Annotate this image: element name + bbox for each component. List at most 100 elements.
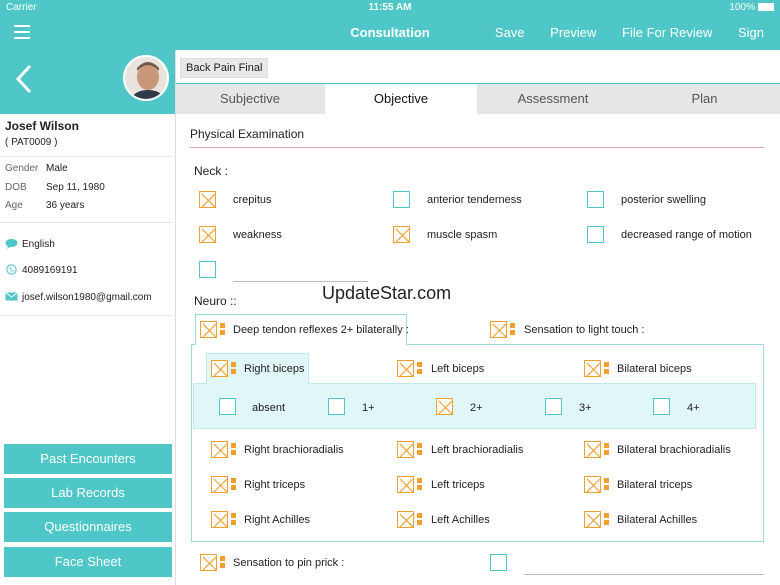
status-bar: Carrier 11:55 AM 100%: [0, 0, 780, 16]
tab-subjective[interactable]: Subjective: [176, 84, 324, 114]
gender-row: Gender Male: [5, 163, 68, 174]
patient-sidebar: Josef Wilson ( PAT0009 ) Gender Male DOB S…: [0, 50, 176, 585]
language-row: English: [5, 238, 55, 250]
left-brachioradialis-checkbox[interactable]: [397, 441, 414, 458]
past-encounters-button[interactable]: Past Encounters: [4, 444, 172, 474]
language-value: English: [22, 239, 55, 250]
bilateral-achilles-checkbox[interactable]: [584, 511, 601, 528]
posterior-swelling-checkbox[interactable]: [587, 191, 604, 208]
file-for-review-button[interactable]: File For Review: [622, 25, 712, 40]
expand-dots-icon[interactable]: [604, 513, 609, 525]
left-achilles-checkbox[interactable]: [397, 511, 414, 528]
clock: 11:55 AM: [368, 2, 412, 13]
decreased-range-checkbox[interactable]: [587, 226, 604, 243]
grade-absent-label: absent: [252, 402, 286, 414]
profile-header: [0, 50, 175, 114]
left-triceps-checkbox[interactable]: [397, 476, 414, 493]
expand-dots-icon[interactable]: [417, 362, 422, 374]
right-biceps-checkbox[interactable]: [211, 360, 228, 377]
crepitus-checkbox[interactable]: [199, 191, 216, 208]
sign-button[interactable]: Sign: [738, 25, 764, 40]
expand-dots-icon[interactable]: [220, 556, 225, 568]
deep-tendon-checkbox[interactable]: [200, 321, 217, 338]
crepitus-label: crepitus: [233, 194, 272, 206]
expand-dots-icon[interactable]: [231, 362, 236, 374]
preview-button[interactable]: Preview: [550, 25, 596, 40]
face-sheet-button[interactable]: Face Sheet: [4, 547, 172, 577]
lab-records-button[interactable]: Lab Records: [4, 478, 172, 508]
expand-dots-icon[interactable]: [231, 478, 236, 490]
expand-dots-icon[interactable]: [231, 513, 236, 525]
bilateral-brachioradialis-label: Bilateral brachioradialis: [617, 444, 731, 456]
expand-dots-icon[interactable]: [417, 443, 422, 455]
bilateral-triceps-checkbox[interactable]: [584, 476, 601, 493]
expand-dots-icon[interactable]: [417, 478, 422, 490]
grade-2-checkbox[interactable]: [436, 398, 453, 415]
left-biceps-label: Left biceps: [431, 363, 485, 375]
right-achilles-label: Right Achilles: [244, 514, 311, 526]
right-triceps-checkbox[interactable]: [211, 476, 228, 493]
weakness-checkbox[interactable]: [199, 226, 216, 243]
section-title: Physical Examination: [190, 127, 305, 141]
expand-dots-icon[interactable]: [231, 443, 236, 455]
email-row: josef.wilson1980@gmail.com: [5, 291, 152, 303]
custom-neuro-checkbox[interactable]: [490, 554, 507, 571]
bilateral-brachioradialis-checkbox[interactable]: [584, 441, 601, 458]
neuro-label: Neuro ::: [194, 294, 237, 308]
back-arrow-icon[interactable]: [14, 64, 34, 94]
pin-prick-checkbox[interactable]: [200, 554, 217, 571]
watermark: UpdateStar.com: [322, 283, 452, 303]
tab-plan[interactable]: Plan: [629, 84, 780, 114]
battery-indicator: 100%: [729, 2, 774, 13]
left-biceps-checkbox[interactable]: [397, 360, 414, 377]
grade-1-label: 1+: [362, 402, 375, 414]
custom-neck-input[interactable]: [233, 281, 368, 282]
expand-dots-icon[interactable]: [417, 513, 422, 525]
weakness-label: weakness: [233, 229, 282, 241]
age-row: Age 36 years: [5, 200, 84, 211]
right-triceps-label: Right triceps: [244, 479, 306, 491]
right-biceps-label: Right biceps: [244, 363, 305, 375]
grade-3-checkbox[interactable]: [545, 398, 562, 415]
anterior-tenderness-checkbox[interactable]: [393, 191, 410, 208]
right-achilles-checkbox[interactable]: [211, 511, 228, 528]
right-brachioradialis-label: Right brachioradialis: [244, 444, 344, 456]
custom-neuro-input[interactable]: [524, 574, 764, 575]
grade-4-label: 4+: [687, 402, 700, 414]
battery-percent: 100%: [729, 2, 755, 13]
right-brachioradialis-checkbox[interactable]: [211, 441, 228, 458]
muscle-spasm-label: muscle spasm: [427, 229, 498, 241]
expand-dots-icon[interactable]: [510, 323, 515, 335]
dob-label: DOB: [5, 182, 27, 193]
tab-assessment[interactable]: Assessment: [478, 84, 628, 114]
custom-neck-checkbox[interactable]: [199, 261, 216, 278]
bilateral-biceps-checkbox[interactable]: [584, 360, 601, 377]
grade-absent-checkbox[interactable]: [219, 398, 236, 415]
battery-icon: [758, 3, 774, 11]
grade-2-label: 2+: [470, 402, 483, 414]
muscle-spasm-checkbox[interactable]: [393, 226, 410, 243]
bilateral-achilles-label: Bilateral Achilles: [617, 514, 698, 526]
expand-dots-icon[interactable]: [604, 443, 609, 455]
left-triceps-label: Left triceps: [431, 479, 485, 491]
expand-dots-icon[interactable]: [220, 323, 225, 335]
age-label: Age: [5, 200, 23, 211]
nav-bar: Consultation Save Preview File For Revie…: [0, 16, 780, 50]
expand-dots-icon[interactable]: [604, 478, 609, 490]
left-achilles-label: Left Achilles: [431, 514, 490, 526]
expand-dots-icon[interactable]: [604, 362, 609, 374]
grade-4-checkbox[interactable]: [653, 398, 670, 415]
email-value[interactable]: josef.wilson1980@gmail.com: [22, 292, 152, 303]
bilateral-biceps-label: Bilateral biceps: [617, 363, 692, 375]
left-brachioradialis-label: Left brachioradialis: [431, 444, 524, 456]
case-name-chip[interactable]: Back Pain Final: [180, 58, 269, 78]
tab-objective[interactable]: Objective: [325, 84, 477, 114]
light-touch-checkbox[interactable]: [490, 321, 507, 338]
phone-value[interactable]: 4089169191: [22, 265, 78, 276]
grade-1-checkbox[interactable]: [328, 398, 345, 415]
tab-bar: Subjective Objective Assessment Plan: [176, 83, 780, 114]
patient-id: ( PAT0009 ): [5, 137, 58, 148]
save-button[interactable]: Save: [495, 25, 525, 40]
questionnaires-button[interactable]: Questionnaires: [4, 512, 172, 542]
anterior-tenderness-label: anterior tenderness: [427, 194, 522, 206]
